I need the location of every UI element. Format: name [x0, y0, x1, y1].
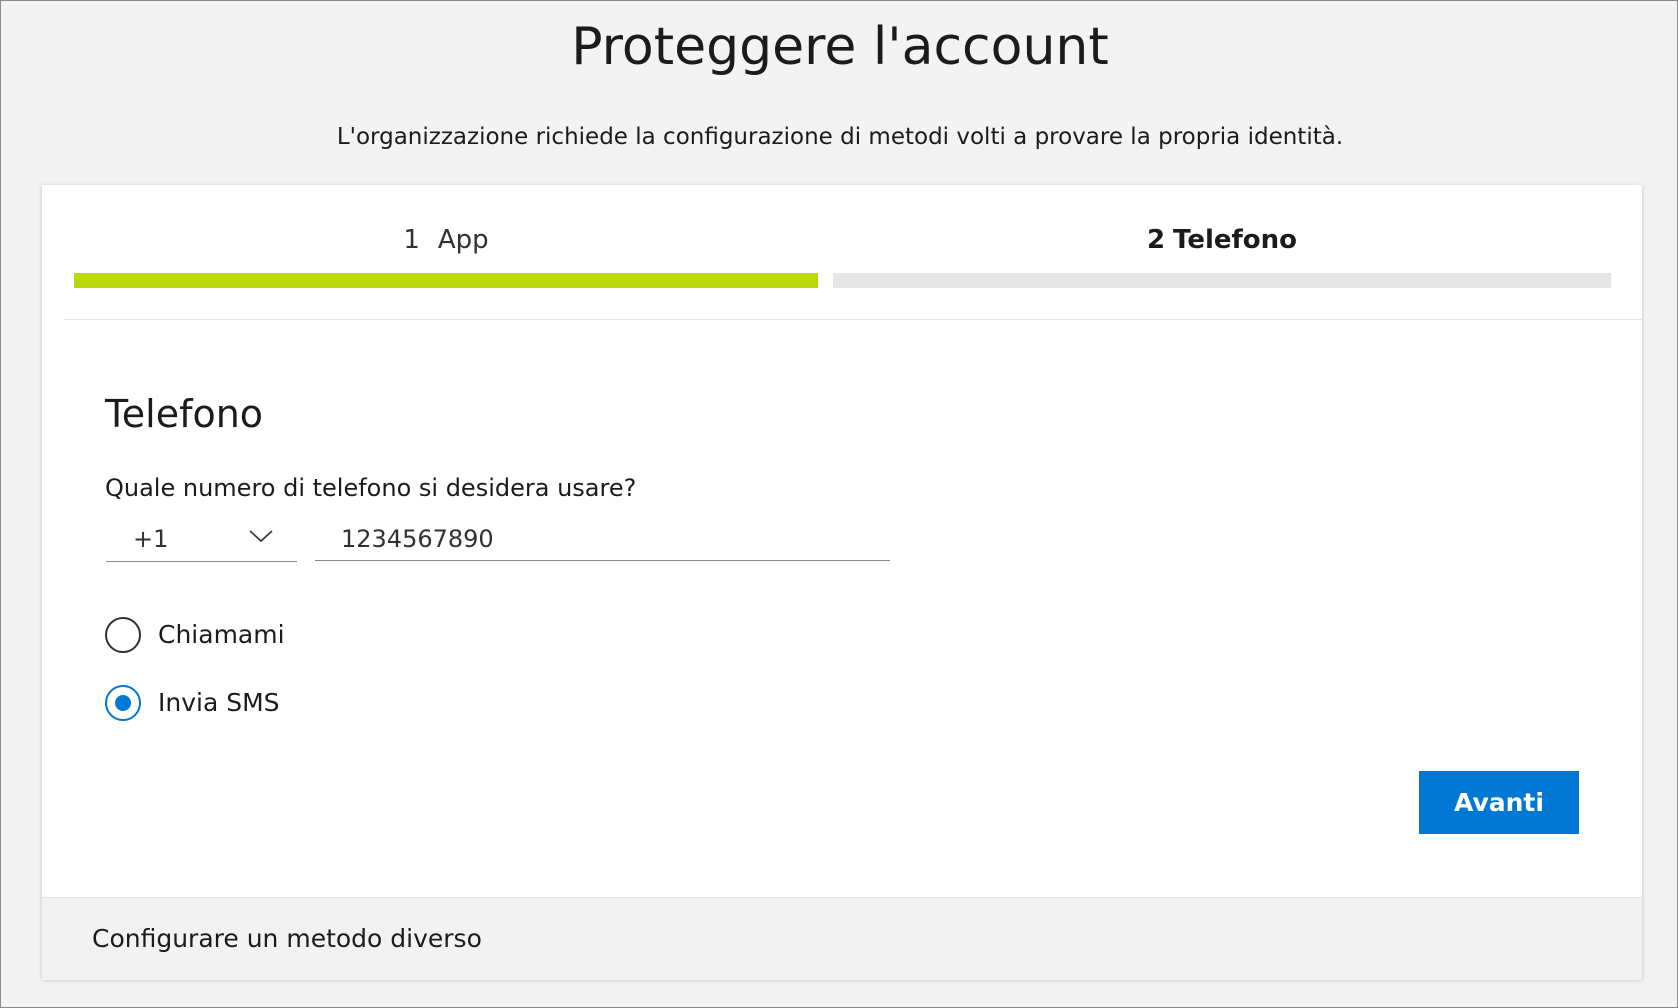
radio-label: Invia SMS — [158, 688, 280, 717]
chevron-down-icon — [249, 530, 273, 543]
page-title: Proteggere l'account — [571, 17, 1109, 77]
phone-number-input[interactable] — [315, 521, 890, 561]
step-app: 1 App — [74, 223, 818, 257]
page-subtitle: L'organizzazione richiede la configurazi… — [336, 124, 1344, 150]
divider — [64, 319, 1642, 320]
step-telefono: 2 Telefono — [833, 223, 1611, 257]
section-heading: Telefono — [105, 392, 264, 436]
progress-steps: 1 App 2 Telefono — [42, 185, 1642, 320]
next-button[interactable]: Avanti — [1419, 771, 1579, 834]
different-method-link[interactable]: Configurare un metodo diverso — [92, 922, 482, 956]
step-label: Telefono — [1173, 225, 1298, 255]
step-progress-bar-pending — [833, 273, 1611, 288]
country-code-value: +1 — [133, 525, 169, 553]
step-progress-bar-completed — [74, 273, 818, 288]
setup-card: 1 App 2 Telefono Telefono Quale numero di … — [42, 185, 1642, 980]
country-code-dropdown[interactable]: +1 — [106, 521, 297, 562]
radio-button-checked[interactable] — [105, 685, 141, 721]
card-footer: Configurare un metodo diverso — [42, 897, 1642, 980]
radio-selected-dot — [115, 695, 131, 711]
step-number: 2 — [1146, 225, 1166, 255]
phone-question: Quale numero di telefono si desidera usa… — [105, 474, 637, 502]
step-label: App — [437, 225, 489, 255]
radio-label: Chiamami — [158, 620, 285, 649]
step-number: 1 — [403, 225, 420, 255]
radio-button-unchecked[interactable] — [105, 617, 141, 653]
